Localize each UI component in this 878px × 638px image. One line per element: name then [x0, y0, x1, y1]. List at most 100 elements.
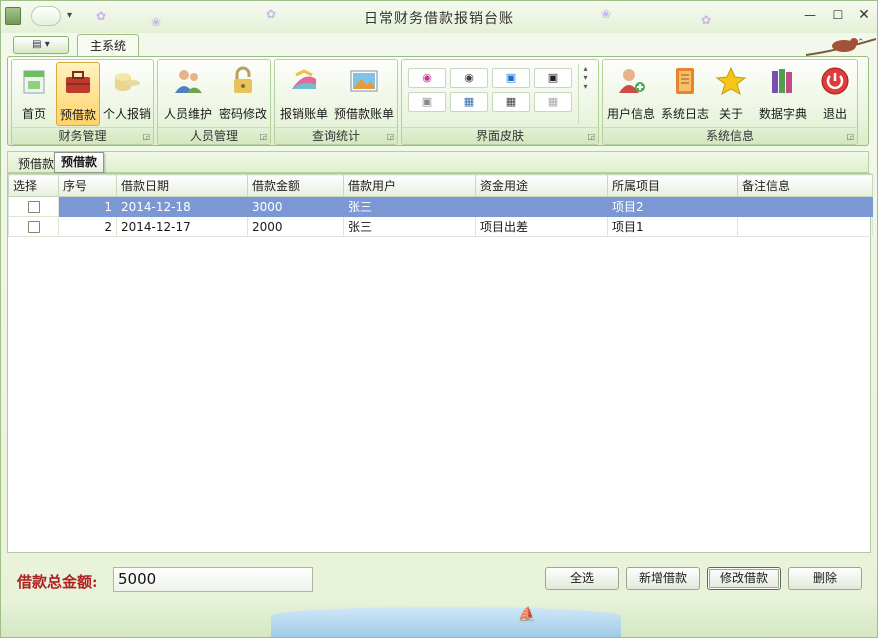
- table-cell[interactable]: 项目出差: [475, 216, 608, 237]
- table-cell[interactable]: 项目1: [607, 216, 738, 237]
- personnel-maintain-button[interactable]: 人员维护: [160, 62, 216, 126]
- paper-boat-icon: ⛵: [518, 607, 536, 623]
- table-cell[interactable]: 2014-12-18: [116, 196, 248, 217]
- loan-grid: 选择 序号 借款日期 借款金额 借款用户 资金用途 所属项目 备注信息 1 20…: [7, 173, 873, 553]
- table-cell[interactable]: [475, 196, 608, 217]
- group-system: 用户信息 系统日志 关于 数据字典 退出 系统信息 ◲: [602, 59, 858, 145]
- table-cell[interactable]: 张三: [343, 216, 476, 237]
- maximize-icon[interactable]: ☐: [829, 7, 847, 23]
- title-bar: ▾ ✿ ❀ ✿ ❀ ✿ 日常财务借款报销台账 — ☐ ✕: [1, 1, 877, 33]
- users-icon: [175, 70, 202, 93]
- group-launcher-icon[interactable]: ◲: [142, 132, 150, 141]
- table-cell[interactable]: 张三: [343, 196, 476, 217]
- home-icon: [23, 70, 45, 94]
- advance-loan-bill-button[interactable]: 预借款账单: [331, 62, 397, 126]
- star-icon: [715, 66, 747, 96]
- table-cell[interactable]: 2: [58, 216, 117, 237]
- wave-decoration: [271, 607, 621, 637]
- footer-bar: 借款总金额: 5000 全选 新增借款 修改借款 删除: [7, 557, 871, 601]
- books-icon: [772, 69, 792, 93]
- picture-icon: [350, 70, 378, 92]
- row-select-cell[interactable]: [8, 196, 59, 217]
- tooltip: 预借款: [54, 152, 105, 173]
- coins-icon: [115, 73, 140, 91]
- table-cell[interactable]: 2014-12-17: [116, 216, 248, 237]
- table-row[interactable]: 1 2014-12-18 3000 张三 项目2: [8, 196, 873, 217]
- column-header[interactable]: 资金用途: [475, 174, 608, 197]
- group-personnel: 人员维护 密码修改 人员管理 ◲: [157, 59, 271, 145]
- column-header[interactable]: 备注信息: [737, 174, 873, 197]
- window-title: 日常财务借款报销台账: [364, 11, 514, 27]
- app-menu-button[interactable]: ▤ ▾: [13, 36, 69, 54]
- tab-main-system[interactable]: 主系统: [77, 34, 139, 57]
- group-label-finance: 财务管理: [12, 127, 153, 144]
- column-header[interactable]: 借款金额: [247, 174, 344, 197]
- tab-advance-loan[interactable]: 预借款: [18, 155, 54, 172]
- group-finance: 首页 预借款 个人报销 财务管理 ◲: [11, 59, 154, 145]
- row-checkbox[interactable]: [27, 221, 40, 233]
- group-label-personnel: 人员管理: [158, 127, 270, 144]
- table-cell[interactable]: 项目2: [607, 196, 738, 217]
- group-label-query: 查询统计: [275, 127, 397, 144]
- column-header[interactable]: 借款日期: [116, 174, 248, 197]
- table-cell[interactable]: 2000: [247, 216, 344, 237]
- ribbon-collapse-icon[interactable]: ⌃: [857, 38, 865, 48]
- skin-swatch[interactable]: ▦: [450, 92, 488, 112]
- minimize-icon[interactable]: —: [801, 7, 819, 23]
- close-icon[interactable]: ✕: [855, 7, 873, 23]
- chart-icon: [292, 69, 316, 89]
- group-label-system: 系统信息: [603, 127, 857, 144]
- skin-swatch[interactable]: ▦: [492, 92, 530, 112]
- exit-button[interactable]: 退出: [815, 62, 855, 126]
- add-loan-button[interactable]: 新增借款: [626, 567, 700, 590]
- table-cell[interactable]: [737, 196, 873, 217]
- skin-swatch[interactable]: ▦: [534, 92, 572, 112]
- row-checkbox[interactable]: [27, 201, 40, 213]
- briefcase-icon: [66, 71, 90, 93]
- document-tab-strip: 预借款: [7, 151, 869, 173]
- table-cell[interactable]: 3000: [247, 196, 344, 217]
- column-header[interactable]: 所属项目: [607, 174, 738, 197]
- advance-loan-button[interactable]: 预借款: [56, 62, 100, 126]
- row-select-cell[interactable]: [8, 216, 59, 237]
- column-header[interactable]: 借款用户: [343, 174, 476, 197]
- about-button[interactable]: 关于: [713, 62, 749, 126]
- home-button[interactable]: 首页: [14, 62, 54, 126]
- skin-swatch[interactable]: ◉: [408, 68, 446, 88]
- reimburse-bill-button[interactable]: 报销账单: [277, 62, 331, 126]
- total-amount-field[interactable]: 5000: [113, 567, 313, 592]
- group-launcher-icon[interactable]: ◲: [587, 132, 595, 141]
- group-skin: ◉ ◉ ▣ ▣ ▣ ▦ ▦ ▦ ▴ ▾ ▾ 界面皮肤 ◲: [401, 59, 599, 145]
- group-launcher-icon[interactable]: ◲: [259, 132, 267, 141]
- delete-button[interactable]: 删除: [788, 567, 862, 590]
- notebook-icon: [676, 68, 694, 94]
- loan-table: 选择 序号 借款日期 借款金额 借款用户 资金用途 所属项目 备注信息 1 20…: [8, 174, 873, 237]
- data-dictionary-button[interactable]: 数据字典: [753, 62, 813, 126]
- change-password-button[interactable]: 密码修改: [216, 62, 270, 126]
- select-all-button[interactable]: 全选: [545, 567, 619, 590]
- column-header[interactable]: 选择: [8, 174, 59, 197]
- group-label-skin: 界面皮肤: [402, 127, 598, 144]
- edit-loan-button[interactable]: 修改借款: [707, 567, 781, 590]
- lock-icon: [234, 66, 252, 93]
- main-window: ▾ ✿ ❀ ✿ ❀ ✿ 日常财务借款报销台账 — ☐ ✕ ▤ ▾ 主系统 ⌃ 首…: [0, 0, 878, 638]
- table-header-row: 选择 序号 借款日期 借款金额 借款用户 资金用途 所属项目 备注信息: [8, 174, 873, 197]
- table-cell[interactable]: [737, 216, 873, 237]
- system-log-button[interactable]: 系统日志: [659, 62, 711, 126]
- user-add-icon: [619, 69, 645, 93]
- power-icon: [821, 67, 849, 95]
- personal-reimburse-button[interactable]: 个人报销: [102, 62, 152, 126]
- table-cell[interactable]: 1: [58, 196, 117, 217]
- skin-swatch[interactable]: ◉: [450, 68, 488, 88]
- group-launcher-icon[interactable]: ◲: [846, 132, 854, 141]
- user-info-button[interactable]: 用户信息: [605, 62, 657, 126]
- skin-swatch[interactable]: ▣: [534, 68, 572, 88]
- skin-gallery-scroll[interactable]: ▴ ▾ ▾: [578, 64, 592, 124]
- total-amount-label: 借款总金额:: [17, 573, 98, 591]
- column-header[interactable]: 序号: [58, 174, 117, 197]
- ribbon-panel: 首页 预借款 个人报销 财务管理 ◲ 人员维护 密码修改 人员管理 ◲ 报销账单…: [7, 56, 869, 146]
- skin-swatch[interactable]: ▣: [408, 92, 446, 112]
- group-launcher-icon[interactable]: ◲: [386, 132, 394, 141]
- skin-swatch[interactable]: ▣: [492, 68, 530, 88]
- table-row[interactable]: 2 2014-12-17 2000 张三 项目出差 项目1: [8, 216, 873, 237]
